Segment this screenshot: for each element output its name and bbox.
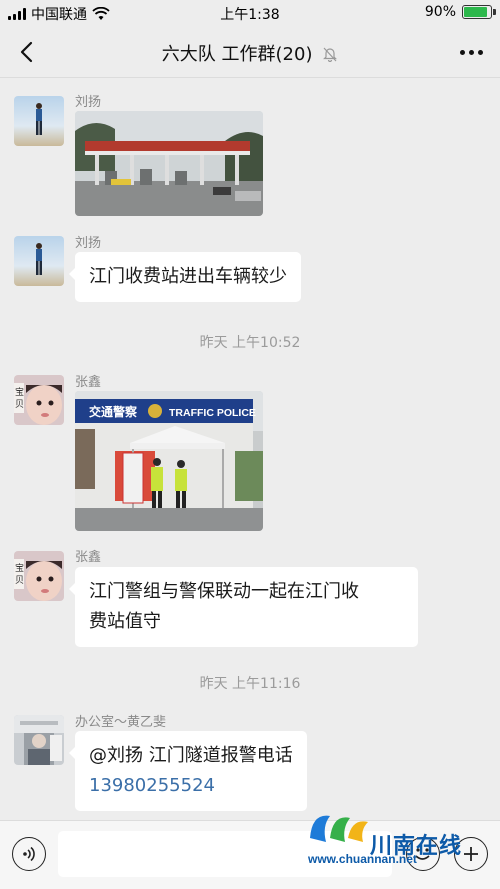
status-bar: 中国联通 上午1:38 90%	[0, 0, 500, 26]
mute-bell-icon	[323, 47, 338, 62]
sender-name: 办公室～黄乙斐	[75, 715, 167, 730]
traffic-police-booth-photo: 交通警察 TRAFFIC POLICE	[75, 391, 263, 531]
chat-title-text: 六大队 工作群(20)	[161, 44, 313, 65]
image-message-toll-station[interactable]	[75, 111, 263, 216]
sender-name: 张鑫	[75, 550, 102, 565]
chat-area[interactable]: 刘扬 刘扬 江门收费站进出车辆较少 昨天 上午10:52 宝 贝 张鑫 交通警察…	[0, 79, 500, 820]
svg-text:贝: 贝	[15, 399, 24, 410]
svg-text:宝: 宝	[15, 562, 24, 574]
message-text: 江门收费站进出车辆较少	[89, 266, 287, 287]
site-watermark: 川南在线 www.chuannan.net	[300, 808, 500, 868]
svg-text:贝: 贝	[15, 575, 24, 586]
avatar-zhangxin[interactable]: 宝 贝	[14, 551, 64, 601]
sender-name: 张鑫	[75, 375, 102, 390]
avatar-image: 宝 贝	[14, 375, 64, 425]
avatar-image	[14, 236, 64, 286]
watermark-logo	[310, 815, 368, 842]
phone-number-link[interactable]: 13980255524	[89, 771, 293, 801]
svg-text:宝: 宝	[15, 386, 24, 398]
avatar-huangyifei[interactable]	[14, 715, 64, 765]
nav-bar: 六大队 工作群(20)	[0, 26, 500, 78]
battery-icon	[462, 5, 496, 19]
avatar-image	[14, 715, 64, 765]
status-right: 90%	[424, 4, 496, 20]
text-message-bubble[interactable]: 江门警组与警保联动一起在江门收 费站值守	[69, 567, 418, 647]
time-separator: 昨天 上午10:52	[199, 335, 301, 351]
message-text-line: 费站值守	[89, 611, 161, 632]
sign-text-cn: 交通警察	[89, 404, 138, 419]
avatar-zhangxin[interactable]: 宝 贝	[14, 375, 64, 425]
image-message-police-booth[interactable]: 交通警察 TRAFFIC POLICE	[75, 391, 263, 531]
sender-name: 刘扬	[75, 95, 102, 110]
text-message-bubble[interactable]: @刘扬 江门隧道报警电话 13980255524	[69, 731, 307, 811]
avatar-liuyang[interactable]	[14, 96, 64, 146]
avatar-liuyang[interactable]	[14, 236, 64, 286]
time-separator: 昨天 上午11:16	[199, 676, 301, 692]
message-text-line: @刘扬 江门隧道报警电话	[89, 745, 293, 766]
voice-input-button[interactable]	[12, 837, 46, 871]
avatar-image	[14, 96, 64, 146]
message-text-line: 江门警组与警保联动一起在江门收	[89, 581, 359, 602]
sender-name: 刘扬	[75, 236, 102, 251]
more-options-button[interactable]	[454, 40, 488, 64]
watermark-url: www.chuannan.net	[308, 852, 417, 866]
sign-text-en: TRAFFIC POLICE	[169, 407, 256, 419]
toll-station-photo	[75, 111, 263, 216]
text-message-bubble[interactable]: 江门收费站进出车辆较少	[69, 252, 301, 302]
battery-percent: 90%	[424, 4, 456, 20]
chat-title: 六大队 工作群(20)	[0, 40, 500, 66]
voice-icon	[23, 846, 35, 862]
battery-fill	[464, 7, 488, 17]
avatar-image: 宝 贝	[14, 551, 64, 601]
